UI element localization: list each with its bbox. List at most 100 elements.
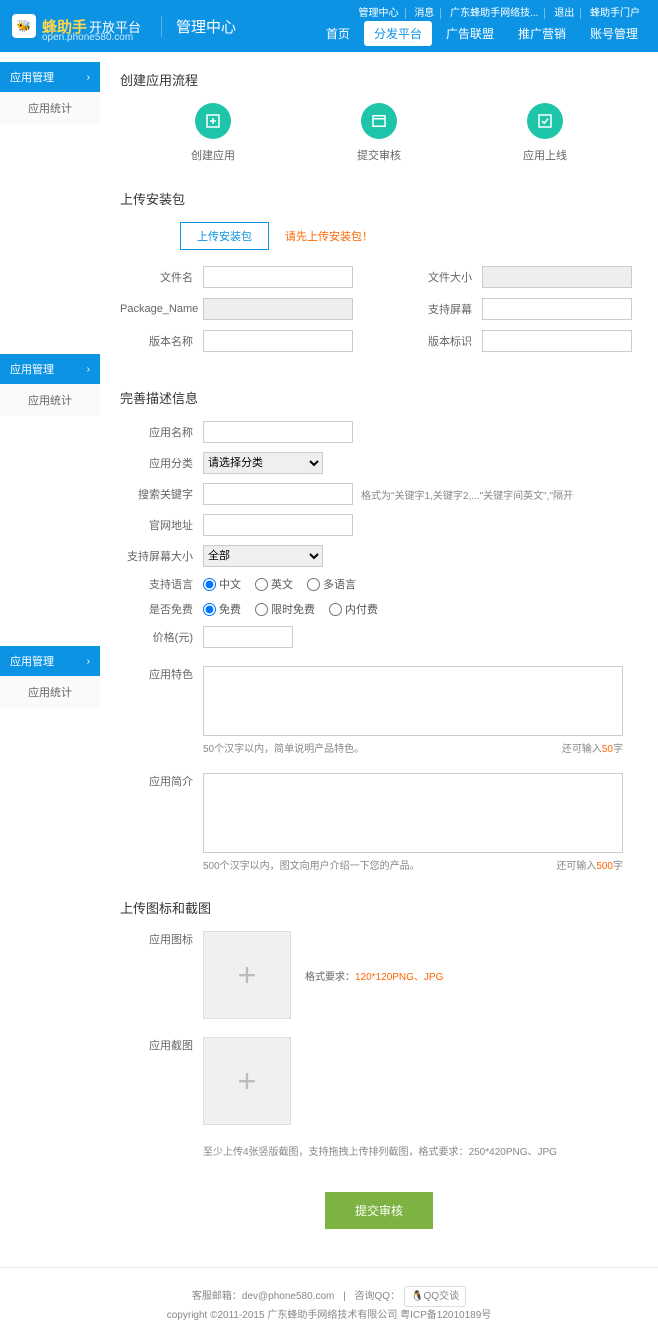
lang-label: 支持语言 <box>120 576 203 592</box>
price-label: 价格(元) <box>120 629 203 645</box>
logo[interactable]: 🐝 蜂助手 开放平台 open.phone580.com <box>12 14 141 38</box>
feature-textarea[interactable] <box>203 666 623 736</box>
app-name-label: 应用名称 <box>120 424 203 440</box>
sidebar-item[interactable]: 应用统计 <box>0 384 100 416</box>
top-link[interactable]: 蜂助手门户 <box>584 8 646 19</box>
version-code-input[interactable] <box>482 330 632 352</box>
step-online: 应用上线 <box>523 103 567 163</box>
free-option-limited[interactable]: 限时免费 <box>255 601 315 617</box>
keywords-hint: 格式为"关键字1,关键字2,..."关键字间英文","隔开 <box>361 487 573 502</box>
free-radio[interactable] <box>255 603 268 616</box>
plus-icon: + <box>238 1063 257 1100</box>
step-label: 创建应用 <box>191 147 235 163</box>
lang-radio[interactable] <box>255 578 268 591</box>
check-box-icon <box>527 103 563 139</box>
feature-hint: 50个汉字以内，简单说明产品特色。 <box>203 740 364 755</box>
upload-package-button[interactable]: 上传安装包 <box>180 222 269 250</box>
keywords-input[interactable] <box>203 483 353 505</box>
logo-hint: 格式要求：120*120PNG、JPG <box>305 968 443 983</box>
screen-size-select[interactable]: 全部 <box>203 545 323 567</box>
window-icon <box>361 103 397 139</box>
copyright: copyright ©2011-2015 广东蜂助手网络技术有限公司 粤ICP备… <box>0 1307 658 1324</box>
lang-option-en[interactable]: 英文 <box>255 576 293 592</box>
icons-title: 上传图标和截图 <box>120 898 638 917</box>
screenshot-hint: 至少上传4张竖版截图，支持拖拽上传排列截图，格式要求：250*420PNG、JP… <box>120 1143 638 1158</box>
sidebar-head-label: 应用管理 <box>10 69 54 85</box>
page-title: 管理中心 <box>161 16 236 37</box>
category-label: 应用分类 <box>120 455 203 471</box>
nav-distribute[interactable]: 分发平台 <box>364 21 432 46</box>
app-name-input[interactable] <box>203 421 353 443</box>
logo-upload-box[interactable]: + <box>203 931 291 1019</box>
lang-radio[interactable] <box>203 578 216 591</box>
screen-support-input[interactable] <box>482 298 632 320</box>
top-links: 管理中心 消息 广东蜂助手网络技... 退出 蜂助手门户 <box>353 4 646 19</box>
desc-title: 完善描述信息 <box>120 388 638 407</box>
nav-home[interactable]: 首页 <box>316 21 360 46</box>
qq-button[interactable]: 🐧QQ交谈 <box>404 1286 466 1307</box>
filename-input[interactable] <box>203 266 353 288</box>
weburl-input[interactable] <box>203 514 353 536</box>
free-option-iap[interactable]: 内付费 <box>329 601 378 617</box>
feature-label: 应用特色 <box>120 666 203 736</box>
intro-counter: 还可输入500字 <box>556 857 623 872</box>
main-nav: 首页 分发平台 广告联盟 推广营销 账号管理 <box>316 21 648 46</box>
flow-title: 创建应用流程 <box>120 70 638 89</box>
top-link[interactable]: 管理中心 <box>353 8 406 19</box>
free-label: 是否免费 <box>120 601 203 617</box>
weburl-label: 官网地址 <box>120 517 203 533</box>
content: 创建应用流程 创建应用 提交审核 应用上线 上传安装包 <box>100 52 658 1267</box>
upload-title: 上传安装包 <box>120 189 638 208</box>
filesize-label: 文件大小 <box>399 269 482 285</box>
submit-button[interactable]: 提交审核 <box>325 1192 433 1229</box>
lang-option-cn[interactable]: 中文 <box>203 576 241 592</box>
nav-promo[interactable]: 推广营销 <box>508 21 576 46</box>
price-input[interactable] <box>203 626 293 648</box>
nav-ads[interactable]: 广告联盟 <box>436 21 504 46</box>
sidebar-head[interactable]: 应用管理 › <box>0 62 100 92</box>
step-submit: 提交审核 <box>357 103 401 163</box>
intro-textarea[interactable] <box>203 773 623 853</box>
nav-account[interactable]: 账号管理 <box>580 21 648 46</box>
email-label: 客服邮箱： <box>192 1291 242 1302</box>
qq-label: 咨询QQ： <box>355 1291 401 1302</box>
email-value[interactable]: dev@phone580.com <box>242 1291 334 1302</box>
top-link[interactable]: 广东蜂助手网络技... <box>444 8 545 19</box>
top-link[interactable]: 退出 <box>548 8 581 19</box>
top-link[interactable]: 消息 <box>408 8 441 19</box>
header: 🐝 蜂助手 开放平台 open.phone580.com 管理中心 管理中心 消… <box>0 0 658 52</box>
filename-label: 文件名 <box>120 269 203 285</box>
sidebar-head[interactable]: 应用管理 › <box>0 354 100 384</box>
logo-upload-label: 应用图标 <box>120 931 203 947</box>
intro-hint: 500个汉字以内，图文向用户介绍一下您的产品。 <box>203 857 420 872</box>
plus-icon: + <box>238 957 257 994</box>
lang-radio[interactable] <box>307 578 320 591</box>
sidebar: 应用管理 › 应用统计 应用管理 › 应用统计 应用管理 › 应用统计 <box>0 52 100 1267</box>
screenshot-upload-label: 应用截图 <box>120 1037 203 1053</box>
footer: 客服邮箱：dev@phone580.com | 咨询QQ：🐧QQ交谈 copyr… <box>0 1267 658 1342</box>
free-radio[interactable] <box>203 603 216 616</box>
version-name-input[interactable] <box>203 330 353 352</box>
step-create: 创建应用 <box>191 103 235 163</box>
screen-size-label: 支持屏幕大小 <box>120 548 203 564</box>
free-radio[interactable] <box>329 603 342 616</box>
sidebar-item[interactable]: 应用统计 <box>0 676 100 708</box>
screenshot-upload-box[interactable]: + <box>203 1037 291 1125</box>
upload-warning: 请先上传安装包！ <box>285 228 373 244</box>
feature-counter: 还可输入50字 <box>562 740 623 755</box>
sidebar-head[interactable]: 应用管理 › <box>0 646 100 676</box>
step-label: 提交审核 <box>357 147 401 163</box>
step-label: 应用上线 <box>523 147 567 163</box>
category-select[interactable]: 请选择分类 <box>203 452 323 474</box>
lang-option-multi[interactable]: 多语言 <box>307 576 356 592</box>
package-label: Package_Name <box>120 303 203 315</box>
chevron-right-icon: › <box>87 72 90 83</box>
sidebar-item[interactable]: 应用统计 <box>0 92 100 124</box>
version-name-label: 版本名称 <box>120 333 203 349</box>
version-code-label: 版本标识 <box>399 333 482 349</box>
screen-support-label: 支持屏幕 <box>399 301 482 317</box>
sidebar-head-label: 应用管理 <box>10 361 54 377</box>
free-option-free[interactable]: 免费 <box>203 601 241 617</box>
logo-url: open.phone580.com <box>42 32 133 43</box>
keywords-label: 搜索关键字 <box>120 486 203 502</box>
